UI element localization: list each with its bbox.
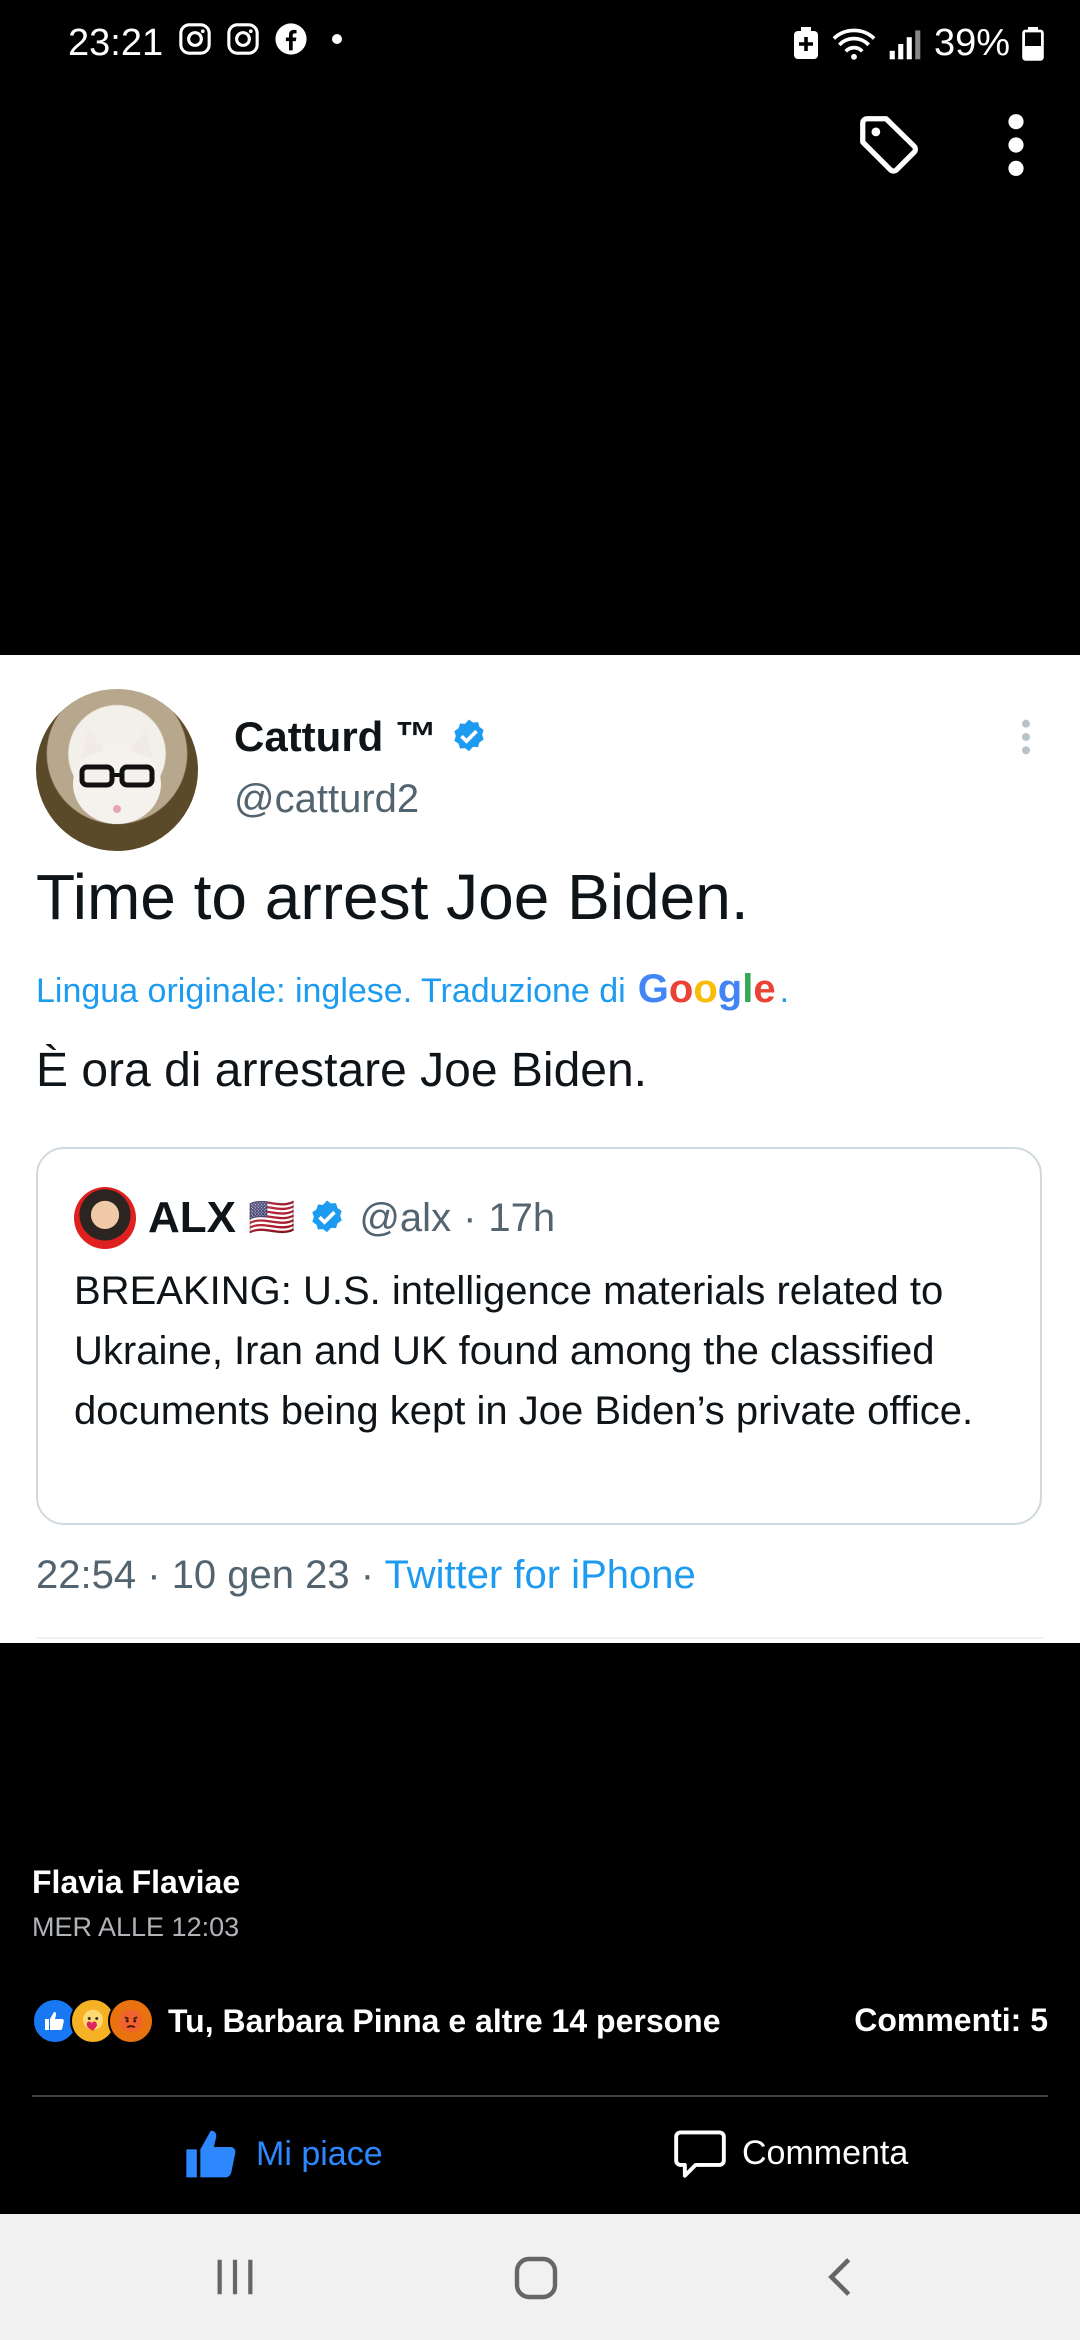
- meta-separator: ·: [147, 1553, 161, 1597]
- translation-note-text: Lingua originale: inglese. Traduzione di: [36, 972, 626, 1010]
- divider: [36, 1637, 1044, 1639]
- signal-icon: [889, 29, 921, 59]
- more-vertical-icon: [1022, 719, 1030, 755]
- comment-label: Commenta: [742, 2133, 909, 2172]
- meta-separator: ·: [360, 1553, 375, 1597]
- tweet-more-button[interactable]: [1018, 717, 1034, 762]
- tweet-handle: @catturd2: [234, 777, 420, 821]
- battery-percent: 39%: [933, 22, 1010, 64]
- quoted-tweet[interactable]: ALX 🇺🇸 @alx · 17h BREAKING: U.S. intelli…: [36, 1147, 1042, 1525]
- status-bar: 23:21 39%: [0, 0, 1080, 90]
- like-label: Mi piace: [256, 2134, 383, 2173]
- quoted-separator: ·: [463, 1195, 477, 1240]
- thumbs-up-icon: [186, 2130, 236, 2178]
- verified-badge-icon: [312, 1200, 342, 1233]
- post-author[interactable]: Flavia Flaviae: [32, 1864, 240, 1901]
- quoted-handle: @alx: [359, 1195, 452, 1240]
- wifi-icon: [832, 28, 876, 60]
- tweet-time: 22:54: [36, 1553, 137, 1597]
- reactions-summary[interactable]: Tu, Barbara Pinna e altre 14 persone: [32, 1998, 721, 2044]
- avatar: [36, 689, 198, 851]
- tag-icon: [860, 116, 918, 174]
- display-name: Catturd ™: [234, 713, 489, 761]
- post-timestamp: MER ALLE 12:03: [32, 1912, 240, 1942]
- us-flag-icon: 🇺🇸: [248, 1197, 296, 1239]
- notification-icons: [178, 22, 342, 56]
- reactions-text: Tu, Barbara Pinna e altre 14 persone: [168, 2002, 721, 2039]
- actions-divider: [32, 2095, 1048, 2097]
- facebook-icon: [275, 23, 307, 55]
- angry-reaction-icon: [108, 1998, 154, 2044]
- verified-badge-icon: [454, 719, 484, 752]
- tweet-date: 10 gen 23: [171, 1553, 350, 1597]
- instagram-icon: [179, 23, 211, 55]
- quoted-name: ALX: [148, 1193, 236, 1242]
- tag-button[interactable]: [854, 110, 924, 185]
- back-icon: [828, 2258, 851, 2296]
- battery-saver-icon: [793, 26, 818, 59]
- like-button[interactable]: Mi piace: [184, 2128, 383, 2180]
- translation-note[interactable]: Lingua originale: inglese. Traduzione di…: [36, 967, 789, 1012]
- status-time: 23:21: [68, 22, 164, 64]
- comment-icon: [674, 2130, 726, 2178]
- tweet-screenshot[interactable]: Catturd ™ @catturd2 Time to arrest Joe B…: [0, 655, 1080, 1643]
- display-name-text: Catturd ™: [234, 713, 437, 760]
- tweet-source-link[interactable]: Twitter for iPhone: [384, 1553, 695, 1597]
- quoted-text: BREAKING: U.S. intelligence materials re…: [74, 1269, 974, 1433]
- recents-button[interactable]: [212, 2254, 258, 2305]
- battery-icon: [1022, 26, 1044, 61]
- instagram-icon: [227, 23, 259, 55]
- back-button[interactable]: [818, 2254, 864, 2305]
- quoted-avatar: [74, 1187, 136, 1249]
- recents-icon: [217, 2259, 253, 2295]
- system-icons: 39%: [792, 22, 1044, 65]
- comment-button[interactable]: Commenta: [674, 2128, 908, 2178]
- dot-icon: [332, 34, 342, 44]
- more-button[interactable]: [990, 110, 1042, 185]
- google-logo: Google: [637, 967, 776, 1011]
- comments-count[interactable]: Commenti: 5: [854, 2002, 1048, 2039]
- translation-dot: .: [779, 972, 790, 1010]
- tweet-text: Time to arrest Joe Biden.: [36, 861, 749, 933]
- home-icon: [514, 2256, 558, 2300]
- translated-text: È ora di arrestare Joe Biden.: [36, 1044, 647, 1097]
- tweet-meta: 22:54 · 10 gen 23 · Twitter for iPhone: [36, 1553, 696, 1598]
- quoted-tweet-header: ALX 🇺🇸 @alx · 17h: [74, 1187, 555, 1249]
- home-button[interactable]: [512, 2254, 560, 2307]
- quoted-age: 17h: [488, 1195, 556, 1240]
- more-vertical-icon: [1008, 114, 1024, 176]
- system-nav-bar: [0, 2214, 1080, 2340]
- cat-avatar-icon: [73, 729, 161, 824]
